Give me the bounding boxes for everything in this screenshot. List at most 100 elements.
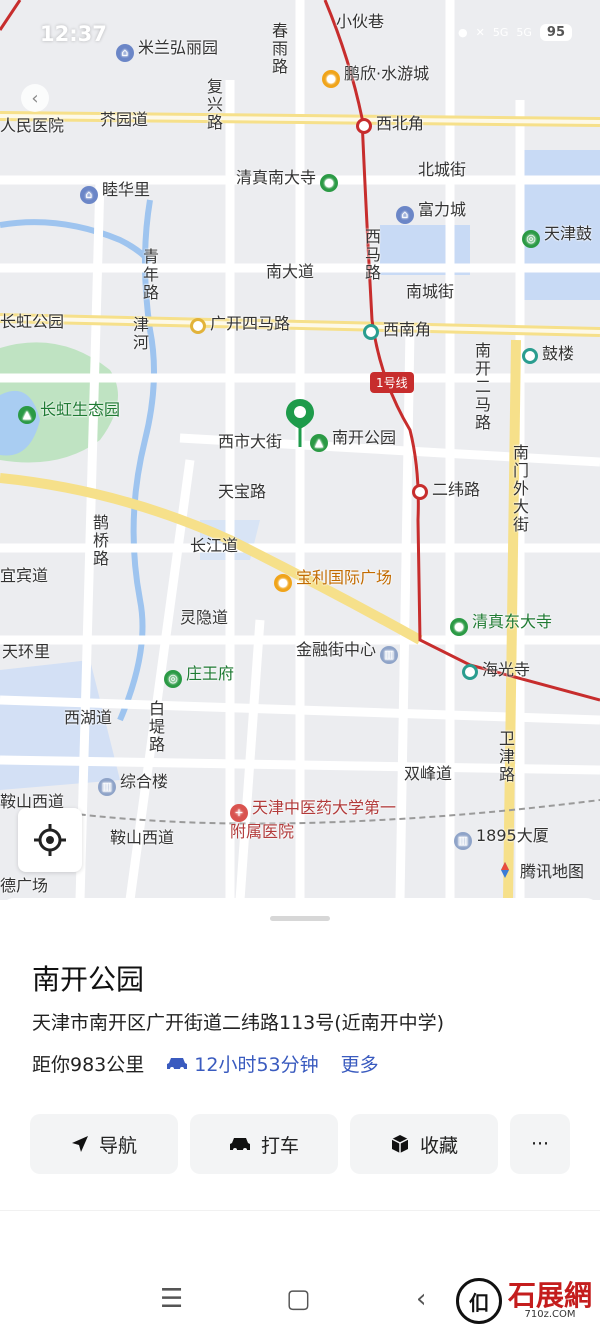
favorite-button[interactable]: 收藏 bbox=[350, 1114, 498, 1174]
map-label: 津河 bbox=[132, 315, 149, 352]
map-label: 天环里 bbox=[2, 642, 51, 661]
locate-me-button[interactable] bbox=[18, 808, 82, 872]
metro-station-label[interactable]: 广开四马路 bbox=[190, 310, 290, 334]
metro-icon bbox=[363, 324, 379, 340]
map-label: 南门外大街 bbox=[512, 443, 529, 534]
temple-poi-icon: ● bbox=[320, 174, 339, 192]
map-label[interactable]: ▥ 综合楼 bbox=[98, 768, 168, 796]
map-label: 鹊桥路 bbox=[92, 513, 109, 568]
car-icon bbox=[167, 1057, 188, 1071]
map-label: 双峰道 bbox=[404, 764, 453, 783]
map-label[interactable]: ▲ 长虹生态园 bbox=[18, 396, 120, 424]
map-label[interactable]: + 天津中医药大学第一附属医院 bbox=[230, 798, 400, 842]
map-label: 卫津路 bbox=[498, 729, 515, 784]
watermark-logo: 㐰 石展網 710z.COM bbox=[455, 1278, 592, 1324]
signal-icon-2: 5G bbox=[516, 26, 532, 39]
taxi-button[interactable]: 打车 bbox=[190, 1114, 338, 1174]
metro-station-label[interactable]: 鼓楼 bbox=[522, 340, 574, 364]
metro-icon bbox=[462, 664, 478, 680]
metro-icon bbox=[412, 484, 428, 500]
tree-poi-icon: ▲ bbox=[18, 406, 36, 424]
place-title: 南开公园 bbox=[32, 963, 145, 996]
map-label[interactable]: 清真南大寺 ● bbox=[236, 164, 342, 192]
status-icons: ● ✕ 5G 5G 95 bbox=[458, 24, 572, 41]
home-poi-icon: ⌂ bbox=[116, 44, 134, 62]
shopping-poi-icon: ● bbox=[322, 70, 340, 88]
location-icon: ● bbox=[458, 26, 468, 39]
building-poi-icon: ▥ bbox=[380, 646, 399, 664]
menu-icon[interactable]: ☰ bbox=[160, 1284, 183, 1314]
scenic-poi-icon: ◎ bbox=[164, 670, 182, 688]
compass-icon bbox=[500, 862, 509, 878]
map-label: 鞍山西道 bbox=[110, 828, 175, 847]
map-label: 西马路 bbox=[364, 227, 381, 282]
location-pin-icon[interactable] bbox=[284, 397, 316, 449]
map-label: 白堤路 bbox=[148, 699, 165, 754]
metro-station-label[interactable]: 二纬路 bbox=[412, 476, 480, 500]
place-detail-sheet[interactable]: 南开公园 天津市南开区广开街道二纬路113号(近南开中学) 距你983公里 12… bbox=[0, 898, 600, 1333]
map-label: 春雨路 bbox=[271, 21, 288, 76]
drag-handle[interactable] bbox=[270, 916, 330, 921]
watermark-seal-icon: 㐰 bbox=[455, 1278, 502, 1324]
status-time: 12:37 bbox=[40, 22, 107, 46]
map-label[interactable]: 金融街中心 ▥ bbox=[296, 636, 402, 664]
home-poi-icon: ⌂ bbox=[396, 206, 414, 224]
map-label[interactable]: ● 清真东大寺 bbox=[450, 608, 552, 636]
map-label: 宜宾道 bbox=[0, 566, 49, 585]
map-label[interactable]: ● 鹏欣·水游城 bbox=[322, 60, 429, 88]
back-button[interactable]: ‹ bbox=[21, 84, 49, 112]
back-chevron-icon[interactable]: ‹ bbox=[416, 1284, 426, 1314]
more-options-button[interactable]: ··· bbox=[510, 1114, 570, 1174]
crosshair-icon bbox=[34, 824, 66, 856]
map-label: 西市大街 bbox=[218, 432, 283, 451]
signal-icon: 5G bbox=[492, 26, 509, 39]
hospital-poi-icon: + bbox=[230, 804, 248, 822]
map-label: 天宝路 bbox=[218, 482, 267, 501]
selected-place-label[interactable]: ▲ 南开公园 bbox=[310, 424, 396, 452]
map-label: 灵隐道 bbox=[180, 608, 229, 627]
drive-time[interactable]: 12小时53分钟 bbox=[166, 1050, 319, 1077]
navigate-button[interactable]: 导航 bbox=[30, 1114, 178, 1174]
map-label[interactable]: ◎ 庄王府 bbox=[164, 660, 234, 688]
map-label[interactable]: ⌂ 睦华里 bbox=[80, 176, 150, 204]
metro-line-badge: 1号线 bbox=[370, 372, 414, 393]
watermark-text: 石展網 710z.COM bbox=[507, 1279, 592, 1320]
map-label[interactable]: ● 宝利国际广场 bbox=[274, 564, 392, 592]
map-label: 小伙巷 bbox=[336, 12, 385, 31]
ellipsis-icon: ··· bbox=[530, 1133, 550, 1155]
map-label: 人民医院 bbox=[0, 116, 65, 135]
metro-station-label[interactable]: 海光寺 bbox=[462, 656, 530, 680]
mute-icon: ✕ bbox=[475, 26, 485, 39]
map-label: 复兴路 bbox=[206, 77, 223, 132]
taxi-icon bbox=[229, 1138, 250, 1152]
metro-station-label[interactable]: 西北角 bbox=[356, 110, 424, 134]
metro-icon bbox=[356, 118, 372, 134]
home-square-icon[interactable]: ▢ bbox=[286, 1284, 311, 1314]
home-poi-icon: ⌂ bbox=[80, 186, 98, 204]
metro-icon bbox=[190, 318, 206, 334]
map-label: 青年路 bbox=[142, 247, 159, 302]
place-address: 天津市南开区广开街道二纬路113号(近南开中学) bbox=[32, 1012, 445, 1034]
map-view[interactable]: 12:37 ● ✕ 5G 5G 95 ‹ ⌂ 米兰弘丽园 小伙巷 春雨路 ● 鹏欣·… bbox=[0, 0, 600, 900]
action-bar: 导航 打车 收藏 ··· bbox=[30, 1114, 570, 1174]
map-label[interactable]: ◎ 天津鼓 bbox=[522, 220, 592, 248]
metro-station-label[interactable]: 西南角 bbox=[363, 316, 431, 340]
temple-poi-icon: ● bbox=[450, 618, 468, 636]
map-label: 北城街 bbox=[418, 160, 467, 179]
map-label[interactable]: ▥ 1895大厦 bbox=[454, 822, 549, 850]
map-label: 南城街 bbox=[406, 282, 455, 301]
map-label[interactable]: ⌂ 米兰弘丽园 bbox=[116, 34, 218, 62]
map-brand: 腾讯地图 bbox=[496, 858, 584, 882]
scenic-poi-icon: ◎ bbox=[522, 230, 540, 248]
divider bbox=[0, 1210, 600, 1211]
navigation-arrow-icon bbox=[71, 1136, 88, 1152]
building-poi-icon: ▥ bbox=[454, 832, 472, 850]
metro-icon bbox=[522, 348, 538, 364]
cube-icon bbox=[391, 1135, 409, 1153]
map-label: 长虹公园 bbox=[0, 312, 65, 331]
map-label: 西湖道 bbox=[64, 708, 113, 727]
map-label: 德广场 bbox=[0, 876, 49, 895]
map-label[interactable]: ⌂ 富力城 bbox=[396, 196, 466, 224]
more-link[interactable]: 更多 bbox=[341, 1050, 379, 1077]
distance-text: 距你983公里 bbox=[32, 1054, 145, 1076]
